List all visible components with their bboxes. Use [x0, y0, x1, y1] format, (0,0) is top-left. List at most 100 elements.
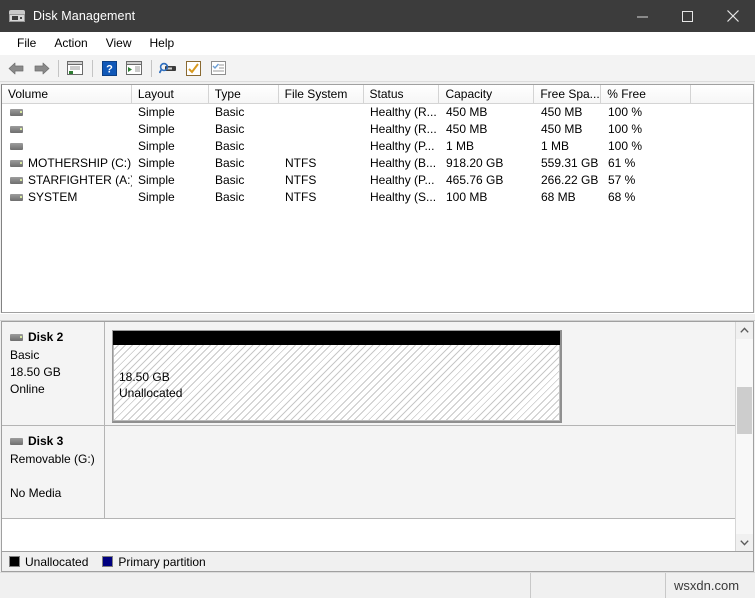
column-header-type[interactable]: Type: [209, 85, 279, 103]
cell-percent-free: 100 %: [602, 104, 692, 121]
show-hide-action-pane-icon[interactable]: [122, 57, 146, 79]
column-header-capacity[interactable]: Capacity: [439, 85, 534, 103]
cell-volume-label: SYSTEM: [28, 189, 77, 206]
disk-row-2[interactable]: Disk 2 Basic 18.50 GB Online 18.50 GB Un…: [2, 322, 735, 426]
cell-layout: Simple: [132, 104, 209, 121]
partition-size: 18.50 GB: [119, 369, 182, 385]
cell-free-space: 68 MB: [535, 189, 602, 206]
menu-view[interactable]: View: [97, 33, 141, 53]
list-view-icon[interactable]: [206, 57, 230, 79]
show-hide-console-tree-icon[interactable]: [63, 57, 87, 79]
disk-title: Disk 3: [10, 434, 104, 448]
column-header-volume[interactable]: Volume: [2, 85, 132, 103]
drive-icon: [10, 143, 23, 150]
scrollbar-thumb[interactable]: [737, 387, 752, 434]
cell-capacity: 450 MB: [440, 121, 535, 138]
column-header-status[interactable]: Status: [364, 85, 440, 103]
legend-item-unallocated: Unallocated: [9, 555, 88, 569]
disk-type: Removable (G:): [10, 451, 104, 468]
cell-type: Basic: [209, 189, 279, 206]
pane-splitter[interactable]: [0, 313, 755, 321]
cell-volume: [2, 126, 132, 133]
legend-label-unallocated: Unallocated: [25, 555, 88, 569]
column-header-empty[interactable]: [691, 85, 753, 103]
menu-help[interactable]: Help: [141, 33, 184, 53]
drive-icon: [10, 194, 23, 201]
cell-capacity: 465.76 GB: [440, 172, 535, 189]
disk-size: [10, 468, 104, 485]
disk-name: Disk 3: [28, 434, 63, 448]
cell-status: Healthy (P...: [364, 172, 440, 189]
drive-icon: [10, 109, 23, 116]
cell-type: Basic: [209, 104, 279, 121]
disk-info-panel[interactable]: Disk 2 Basic 18.50 GB Online: [2, 322, 105, 425]
disk-icon: [10, 334, 23, 341]
volume-list[interactable]: Volume Layout Type File System Status Ca…: [1, 84, 754, 313]
cell-file-system: NTFS: [279, 172, 364, 189]
column-header-layout[interactable]: Layout: [132, 85, 209, 103]
status-bar: wsxdn.com: [0, 572, 755, 598]
disk-size: 18.50 GB: [10, 364, 104, 381]
menu-file[interactable]: File: [8, 33, 45, 53]
table-row[interactable]: Simple Basic Healthy (P... 1 MB 1 MB 100…: [2, 138, 753, 155]
table-row[interactable]: MOTHERSHIP (C:) Simple Basic NTFS Health…: [2, 155, 753, 172]
disk-icon: [10, 438, 23, 445]
table-row[interactable]: Simple Basic Healthy (R... 450 MB 450 MB…: [2, 121, 753, 138]
disk-type: Basic: [10, 347, 104, 364]
cell-percent-free: 68 %: [602, 189, 692, 206]
status-pane-1: [0, 573, 531, 598]
cell-volume: STARFIGHTER (A:): [2, 172, 132, 189]
properties-icon[interactable]: [181, 57, 205, 79]
disk-name: Disk 2: [28, 330, 63, 344]
column-header-percent-free[interactable]: % Free: [601, 85, 691, 103]
column-header-file-system[interactable]: File System: [279, 85, 364, 103]
disk-drive-icon: [9, 8, 25, 24]
window-controls: [620, 0, 755, 32]
scrollbar-track[interactable]: [736, 339, 753, 534]
menu-action[interactable]: Action: [45, 33, 96, 53]
status-pane-3: wsxdn.com: [666, 573, 755, 598]
partition-block-unallocated[interactable]: 18.50 GB Unallocated: [112, 330, 562, 423]
cell-status: Healthy (S...: [364, 189, 440, 206]
scroll-up-arrow-icon[interactable]: [736, 322, 753, 339]
maximize-button[interactable]: [665, 0, 710, 32]
drive-icon: [10, 160, 23, 167]
cell-percent-free: 100 %: [602, 138, 692, 155]
table-row[interactable]: SYSTEM Simple Basic NTFS Healthy (S... 1…: [2, 189, 753, 206]
cell-percent-free: 100 %: [602, 121, 692, 138]
disk-status: No Media: [10, 485, 104, 502]
cell-status: Healthy (P...: [364, 138, 440, 155]
back-arrow-icon[interactable]: [4, 57, 28, 79]
close-button[interactable]: [710, 0, 755, 32]
table-row[interactable]: STARFIGHTER (A:) Simple Basic NTFS Healt…: [2, 172, 753, 189]
help-icon[interactable]: ?: [97, 57, 121, 79]
title-bar[interactable]: Disk Management: [0, 0, 755, 32]
disk-management-window: Disk Management File Action View Help: [0, 0, 755, 598]
minimize-button[interactable]: [620, 0, 665, 32]
cell-capacity: 100 MB: [440, 189, 535, 206]
disk-status: Online: [10, 381, 104, 398]
forward-arrow-icon[interactable]: [29, 57, 53, 79]
column-header-free-space[interactable]: Free Spa...: [534, 85, 601, 103]
table-row[interactable]: Simple Basic Healthy (R... 450 MB 450 MB…: [2, 104, 753, 121]
window-title: Disk Management: [33, 9, 135, 23]
cell-free-space: 559.31 GB: [535, 155, 602, 172]
vertical-scrollbar[interactable]: [735, 322, 753, 551]
status-pane-2: [531, 573, 666, 598]
watermark: wsxdn.com: [674, 578, 749, 593]
volume-list-header: Volume Layout Type File System Status Ca…: [2, 85, 753, 104]
rescan-disks-icon[interactable]: [156, 57, 180, 79]
cell-free-space: 1 MB: [535, 138, 602, 155]
cell-layout: Simple: [132, 155, 209, 172]
cell-volume: [2, 109, 132, 116]
legend-label-primary-partition: Primary partition: [118, 555, 205, 569]
disk-row-3[interactable]: Disk 3 Removable (G:) No Media: [2, 426, 735, 519]
cell-free-space: 450 MB: [535, 121, 602, 138]
partition-labels: 18.50 GB Unallocated: [119, 369, 182, 401]
scroll-down-arrow-icon[interactable]: [736, 534, 753, 551]
disk-info-panel[interactable]: Disk 3 Removable (G:) No Media: [2, 426, 105, 518]
disk-partitions-area: 18.50 GB Unallocated: [105, 322, 735, 425]
cell-layout: Simple: [132, 138, 209, 155]
drive-icon: [10, 177, 23, 184]
cell-volume: MOTHERSHIP (C:): [2, 155, 132, 172]
